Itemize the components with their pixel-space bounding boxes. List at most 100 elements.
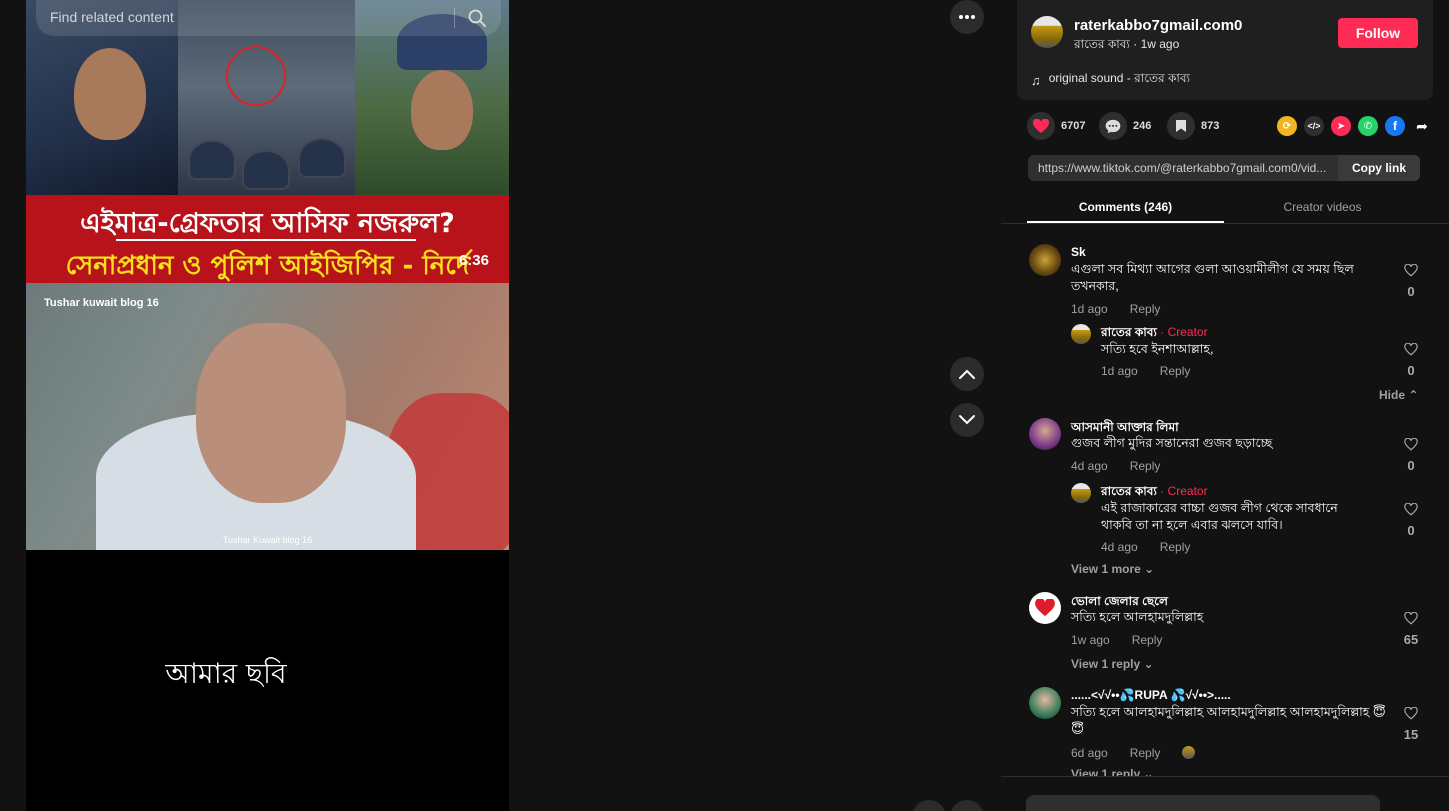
- like-count: 6707: [1061, 120, 1086, 132]
- copy-link-box: https://www.tiktok.com/@raterkabbo7gmail…: [1028, 155, 1420, 181]
- previous-video-button[interactable]: [950, 357, 984, 391]
- facebook-icon[interactable]: f: [1385, 116, 1405, 136]
- thumb-banner: এইমাত্র-গ্রেফতার আসিফ নজরুল? সেনাপ্রধান …: [26, 195, 509, 283]
- commenter-avatar[interactable]: [1029, 244, 1061, 276]
- highlight-circle: [226, 46, 286, 106]
- banner-subheadline: সেনাপ্রধান ও পুলিশ আইজিপির - নির্দে: [65, 251, 470, 281]
- helmet: [242, 150, 290, 190]
- tab-creator-videos[interactable]: Creator videos: [1224, 193, 1421, 223]
- video-url[interactable]: https://www.tiktok.com/@raterkabbo7gmail…: [1038, 161, 1334, 175]
- comment-like-button[interactable]: 0: [1399, 263, 1423, 299]
- details-sidebar: raterkabbo7gmail.com0 রাতের কাব্য · 1w a…: [1001, 0, 1449, 811]
- video-stage: এইমাত্র-গ্রেফতার আসিফ নজরুল? সেনাপ্রধান …: [0, 0, 1001, 811]
- video-duration: 6:36: [458, 252, 489, 269]
- commenter-name[interactable]: Sk: [1071, 245, 1086, 259]
- comment-text: এগুলা সব মিথ্যা আগের গুলা আওয়ামীলীগ যে …: [1071, 262, 1354, 293]
- author-username[interactable]: raterkabbo7gmail.com0: [1074, 17, 1242, 34]
- heart-icon: [1035, 599, 1055, 617]
- comment-text: গুজব লীগ মুদির সন্তানেরা গুজব ছড়াচ্ছে: [1071, 436, 1273, 450]
- commenter-name[interactable]: ......<√√••💦RUPA 💦√√••>.....: [1071, 688, 1231, 702]
- search-icon[interactable]: [467, 8, 487, 28]
- send-to-friends-icon[interactable]: ➤: [1331, 116, 1351, 136]
- comment-list: Sk এগুলা সব মিথ্যা আগের গুলা আওয়ামীলীগ …: [1001, 224, 1449, 776]
- reply-like-count: 0: [1407, 363, 1415, 378]
- commenter-avatar[interactable]: [1029, 418, 1061, 450]
- comment-meta: 1d ago Reply: [1071, 302, 1160, 316]
- more-options-button[interactable]: [950, 0, 984, 34]
- engagement-row: 6707 246 873 ⟳ </> ➤ ✆ f ➦: [1027, 112, 1428, 140]
- view-replies-button[interactable]: View 1 reply ⌄: [1071, 657, 1154, 671]
- comment-time: 1d ago: [1071, 302, 1108, 316]
- post-time: 1w ago: [1140, 37, 1180, 51]
- reply-button[interactable]: Reply: [1130, 459, 1161, 473]
- reply-author-name[interactable]: রাতের কাব্য: [1101, 484, 1157, 498]
- reply-text: এই রাজাকারের বাচ্চা গুজব লীগ থেকে সাবধান…: [1101, 501, 1338, 532]
- helmet: [298, 138, 346, 178]
- comment-like-button[interactable]: 0: [1399, 437, 1423, 473]
- comment-input-divider: [1001, 776, 1449, 777]
- comment-time: 1w ago: [1071, 633, 1110, 647]
- next-video-button[interactable]: [950, 403, 984, 437]
- view-more-replies-button[interactable]: View 1 more ⌄: [1071, 562, 1154, 576]
- commenter-avatar[interactable]: [1029, 592, 1061, 624]
- heart-outline-icon: [1404, 706, 1418, 720]
- reply-button[interactable]: Reply: [1160, 540, 1191, 554]
- video-player[interactable]: এইমাত্র-গ্রেফতার আসিফ নজরুল? সেনাপ্রধান …: [26, 0, 509, 811]
- reply-button[interactable]: Reply: [1132, 633, 1163, 647]
- comment-like-count: 65: [1403, 632, 1419, 647]
- hide-replies-button[interactable]: Hide ⌃: [1379, 388, 1418, 402]
- reply-avatar[interactable]: [1071, 324, 1091, 344]
- reply-like-button[interactable]: 0: [1399, 342, 1423, 378]
- heart-outline-icon: [1404, 502, 1418, 516]
- more-icon: [959, 15, 975, 19]
- reply-button[interactable]: Reply: [1130, 302, 1161, 316]
- save-stat[interactable]: 873: [1167, 112, 1219, 140]
- banner-divider: [116, 239, 416, 241]
- comment-like-button[interactable]: 65: [1399, 611, 1423, 647]
- heart-icon: [1027, 112, 1055, 140]
- sound-link[interactable]: ♫ original sound - রাতের কাব্য: [1031, 70, 1190, 90]
- author-display-name: রাতের কাব্য: [1074, 37, 1130, 51]
- reply-button[interactable]: Reply: [1130, 746, 1161, 760]
- video-caption: আমার ছবি: [165, 657, 287, 690]
- creator-label: Creator: [1167, 325, 1208, 339]
- reply-avatar[interactable]: [1071, 483, 1091, 503]
- comment-time: 4d ago: [1071, 459, 1108, 473]
- bookmark-icon: [1167, 112, 1195, 140]
- comment-like-count: 15: [1403, 727, 1419, 742]
- reply-text: সত্যি হবে ইনশাআল্লাহ,: [1101, 342, 1214, 356]
- heart-outline-icon: [1404, 437, 1418, 451]
- view-replies-button[interactable]: View 1 reply ⌄: [1071, 767, 1154, 776]
- chevron-down-icon: [959, 415, 975, 425]
- comment-stat[interactable]: 246: [1099, 112, 1151, 140]
- chevron-down-icon: ⌄: [1143, 657, 1154, 671]
- video-control-button[interactable]: [912, 800, 946, 811]
- comment-like-count: 0: [1407, 458, 1415, 473]
- copy-link-button[interactable]: Copy link: [1338, 155, 1420, 181]
- heart-outline-icon: [1404, 611, 1418, 625]
- face: [74, 48, 146, 140]
- meta-separator: ·: [1133, 37, 1141, 51]
- like-stat[interactable]: 6707: [1027, 112, 1085, 140]
- reply-like-count: 0: [1407, 523, 1415, 538]
- comment-like-button[interactable]: 15: [1399, 706, 1423, 742]
- follow-button[interactable]: Follow: [1338, 18, 1418, 48]
- comment-like-count: 0: [1407, 284, 1415, 299]
- reply-like-button[interactable]: 0: [1399, 502, 1423, 538]
- author-avatar[interactable]: [1031, 16, 1063, 48]
- face: [411, 70, 473, 150]
- tab-comments[interactable]: Comments (246): [1027, 193, 1224, 223]
- hide-label: Hide: [1379, 388, 1406, 402]
- comment-input[interactable]: [1026, 795, 1380, 811]
- heart-outline-icon: [1404, 342, 1418, 356]
- repost-icon[interactable]: ⟳: [1277, 116, 1297, 136]
- volume-button[interactable]: [950, 800, 984, 811]
- share-arrow-icon[interactable]: ➦: [1412, 116, 1432, 136]
- search-bar[interactable]: Find related content: [36, 0, 501, 36]
- whatsapp-icon[interactable]: ✆: [1358, 116, 1378, 136]
- reply-author-name[interactable]: রাতের কাব্য: [1101, 325, 1157, 339]
- commenter-avatar[interactable]: [1029, 687, 1061, 719]
- reply-button[interactable]: Reply: [1160, 364, 1191, 378]
- embed-icon[interactable]: </>: [1304, 116, 1324, 136]
- view-more-label: View 1 more: [1071, 562, 1141, 576]
